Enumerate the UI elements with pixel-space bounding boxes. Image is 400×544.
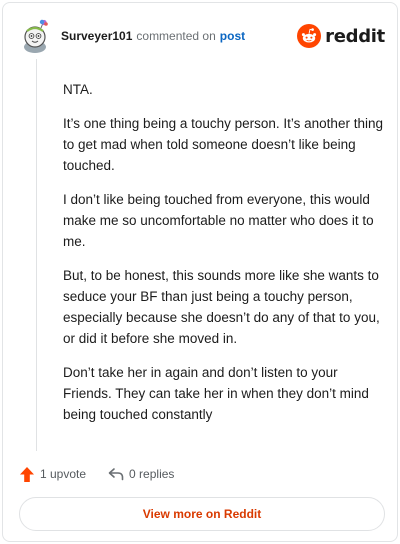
avatar[interactable]	[21, 19, 51, 53]
comment-paragraph: But, to be honest, this sounds more like…	[63, 268, 380, 346]
byline: Surveyer101 commented on post	[61, 28, 245, 44]
reply-arrow-icon	[108, 468, 124, 481]
comment-header: Surveyer101 commented on post reddit	[19, 17, 385, 57]
view-more-button[interactable]: View more on Reddit	[19, 497, 385, 531]
upvote-button[interactable]: 1 upvote	[19, 466, 86, 483]
reddit-brand[interactable]: reddit	[297, 23, 385, 49]
reddit-wordmark: reddit	[325, 25, 385, 47]
action-text: commented on	[136, 29, 216, 43]
comment-paragraph: NTA.	[63, 82, 93, 97]
reply-count: 0 replies	[129, 467, 175, 481]
comment-paragraph: It’s one thing being a touchy person. It…	[63, 116, 383, 173]
comment-embed-card: Surveyer101 commented on post reddit NTA. …	[2, 2, 398, 542]
comment-paragraph: Don’t take her in again and don’t listen…	[63, 365, 369, 422]
username[interactable]: Surveyer101	[61, 29, 132, 43]
replies-button[interactable]: 0 replies	[108, 467, 174, 481]
thread-line	[36, 59, 37, 451]
comment-actions: 1 upvote 0 replies	[19, 463, 174, 485]
upvote-count: 1 upvote	[40, 467, 87, 481]
post-link[interactable]: post	[220, 29, 245, 43]
upvote-arrow-icon	[20, 466, 34, 482]
comment-paragraph: I don’t like being touched from everyone…	[63, 192, 374, 249]
comment-body: NTA. It’s one thing being a touchy perso…	[63, 79, 383, 438]
reddit-snoo-icon	[297, 24, 322, 48]
